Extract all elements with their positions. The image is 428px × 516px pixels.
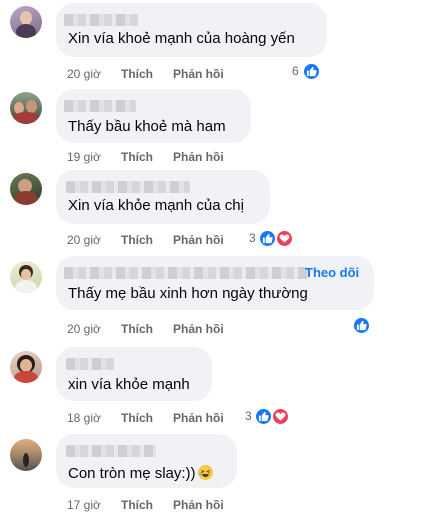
timestamp[interactable]: 20 giờ — [67, 322, 101, 336]
timestamp[interactable]: 20 giờ — [67, 67, 101, 81]
reaction-count: 6 — [292, 64, 299, 78]
reply-button[interactable]: Phản hồi — [173, 67, 224, 81]
comment-bubble: xin vía khỏe mạnh — [56, 347, 212, 401]
comment-bubble: Con tròn mẹ slay:)) — [56, 434, 237, 488]
love-icon — [275, 229, 294, 248]
reply-button[interactable]: Phản hồi — [173, 322, 224, 336]
comment-text-content: Con tròn mẹ slay:)) — [68, 465, 196, 482]
reaction-summary[interactable]: 3 — [243, 407, 295, 427]
author-name[interactable] — [64, 267, 308, 279]
comment-bubble: Thấy bầu khoẻ mà ham — [56, 89, 251, 143]
avatar[interactable] — [10, 173, 42, 205]
like-button[interactable]: Thích — [121, 498, 153, 512]
timestamp[interactable]: 19 giờ — [67, 150, 101, 164]
reply-button[interactable]: Phản hồi — [173, 233, 224, 247]
like-icon — [302, 62, 321, 81]
avatar[interactable] — [10, 439, 42, 471]
reaction-summary[interactable] — [352, 316, 374, 336]
reply-button[interactable]: Phản hồi — [173, 411, 224, 425]
reply-button[interactable]: Phản hồi — [173, 498, 224, 512]
reaction-summary[interactable]: 6 — [290, 62, 324, 82]
comment-text: Thấy mẹ bầu xinh hơn ngày thường — [68, 285, 308, 302]
comment-bubble: Theo dõi Thấy mẹ bầu xinh hơn ngày thườn… — [56, 256, 374, 310]
comment-bubble: Xin vía khỏe mạnh của chị — [56, 170, 270, 224]
comment-text: Xin vía khỏe mạnh của chị — [68, 197, 244, 214]
timestamp[interactable]: 18 giờ — [67, 411, 101, 425]
comment-text: Xin vía khoẻ mạnh của hoàng yến — [68, 30, 295, 47]
author-name[interactable] — [66, 358, 114, 370]
author-name[interactable] — [66, 181, 190, 193]
avatar[interactable] — [10, 351, 42, 383]
avatar[interactable] — [10, 261, 42, 293]
comment-bubble: Xin vía khoẻ mạnh của hoàng yến — [56, 3, 327, 57]
reply-button[interactable]: Phản hồi — [173, 150, 224, 164]
avatar[interactable] — [10, 6, 42, 38]
timestamp[interactable]: 20 giờ — [67, 233, 101, 247]
author-name[interactable] — [64, 14, 138, 26]
comment-text: xin vía khỏe mạnh — [68, 376, 190, 393]
comment-text: Thấy bầu khoẻ mà ham — [68, 118, 226, 135]
reaction-count: 3 — [249, 231, 256, 245]
comment-text: Con tròn mẹ slay:)) — [68, 463, 213, 482]
reaction-count: 3 — [245, 409, 252, 423]
like-button[interactable]: Thích — [121, 150, 153, 164]
like-button[interactable]: Thích — [121, 67, 153, 81]
author-name[interactable] — [66, 445, 156, 457]
like-icon — [352, 316, 371, 335]
timestamp[interactable]: 17 giờ — [67, 498, 101, 512]
author-name[interactable] — [64, 100, 136, 112]
laughing-emoji-icon — [197, 465, 213, 480]
follow-button[interactable]: Theo dõi — [305, 265, 359, 280]
like-button[interactable]: Thích — [121, 411, 153, 425]
reaction-summary[interactable]: 3 — [247, 229, 299, 249]
like-button[interactable]: Thích — [121, 233, 153, 247]
love-icon — [271, 407, 290, 426]
like-button[interactable]: Thích — [121, 322, 153, 336]
avatar[interactable] — [10, 92, 42, 124]
